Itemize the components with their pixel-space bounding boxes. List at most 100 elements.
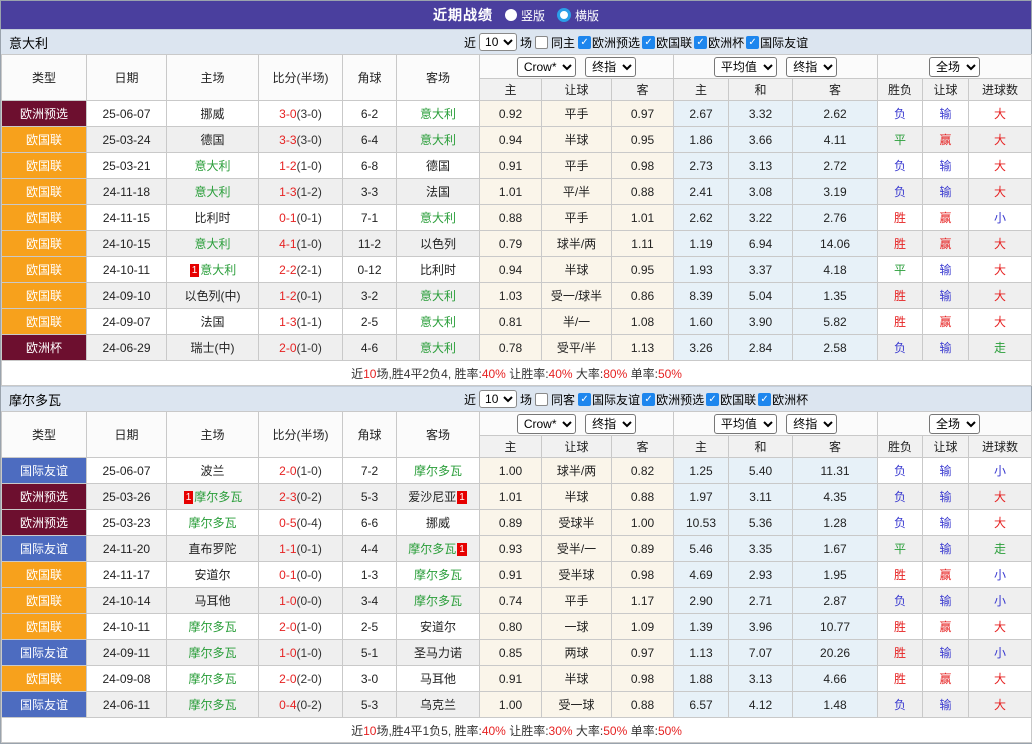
corner-cell: 6-6 — [343, 510, 397, 536]
handicap-line-cell: 受一球 — [542, 692, 612, 718]
handicap-away-odds-cell: 1.00 — [612, 510, 674, 536]
column-header-home: 主场 — [167, 55, 259, 101]
fulltime-score: 2-0 — [279, 464, 296, 478]
competition-filter[interactable]: ✓欧国联 — [642, 34, 692, 51]
handicap-line-cell: 半球 — [542, 484, 612, 510]
column-header-goals: 进球数 — [969, 79, 1032, 101]
checked-checkbox-icon[interactable]: ✓ — [578, 393, 591, 406]
result-winloss-cell: 负 — [878, 153, 923, 179]
competition-filter[interactable]: ✓欧洲预选 — [642, 391, 704, 408]
result-winloss-cell: 平 — [878, 257, 923, 283]
result-winloss-cell: 负 — [878, 458, 923, 484]
away-team-cell: 圣马力诺 — [397, 640, 480, 666]
competition-type-cell: 国际友谊 — [2, 692, 87, 718]
summary-segment: 50% — [658, 724, 682, 738]
radio-unchecked-icon[interactable] — [505, 9, 517, 21]
corner-cell: 5-3 — [343, 484, 397, 510]
halftime-score: (0-0) — [297, 594, 322, 608]
summary-segment: 场,胜4平1负5, 胜率: — [376, 724, 481, 738]
euro-away-odds-cell: 4.11 — [793, 127, 878, 153]
match-row: 欧国联24-11-17安道尔0-1(0-0)1-3摩尔多瓦0.91受半球0.98… — [2, 562, 1032, 588]
bookmaker-select[interactable]: Crow* — [517, 414, 576, 434]
result-goals-cell: 小 — [969, 640, 1032, 666]
checked-checkbox-icon[interactable]: ✓ — [746, 36, 759, 49]
competition-filter[interactable]: ✓欧国联 — [706, 391, 756, 408]
same-venue-checkbox[interactable] — [535, 393, 548, 406]
handicap-home-odds-cell: 0.88 — [480, 205, 542, 231]
column-header-winloss: 胜负 — [878, 436, 923, 458]
scope-select[interactable]: 全场 — [929, 57, 980, 77]
result-handicap-cell: 输 — [923, 458, 969, 484]
summary-row: 近10场,胜4平1负5, 胜率:40% 让胜率:30% 大率:50% 单率:50… — [2, 718, 1032, 743]
euro-company-select[interactable]: 平均值 — [714, 414, 777, 434]
away-team-cell: 意大利 — [397, 101, 480, 127]
match-count-select[interactable]: 10 — [479, 33, 517, 51]
checked-checkbox-icon[interactable]: ✓ — [578, 36, 591, 49]
handicap-home-odds-cell: 0.89 — [480, 510, 542, 536]
result-winloss-cell: 胜 — [878, 666, 923, 692]
match-count-select[interactable]: 10 — [479, 390, 517, 408]
away-team-cell: 摩尔多瓦 — [397, 458, 480, 484]
horizontal-layout-radio[interactable]: 横版 — [557, 7, 599, 24]
result-goals-cell: 大 — [969, 309, 1032, 335]
checked-checkbox-icon[interactable]: ✓ — [642, 393, 655, 406]
vertical-layout-radio[interactable]: 竖版 — [505, 7, 545, 24]
result-goals-cell: 小 — [969, 562, 1032, 588]
home-team-cell: 以色列(中) — [167, 283, 259, 309]
match-date-cell: 25-03-21 — [87, 153, 167, 179]
summary-segment: 场,胜4平2负4, 胜率: — [376, 367, 481, 381]
euro-company-select[interactable]: 平均值 — [714, 57, 777, 77]
handicap-away-odds-cell: 0.98 — [612, 666, 674, 692]
euro-draw-odds-cell: 3.32 — [729, 101, 793, 127]
euro-time-select[interactable]: 终指 — [786, 57, 837, 77]
handicap-time-select[interactable]: 终指 — [585, 414, 636, 434]
near-label: 近 — [464, 34, 476, 51]
euro-draw-odds-cell: 3.22 — [729, 205, 793, 231]
handicap-home-odds-cell: 0.79 — [480, 231, 542, 257]
competition-filter[interactable]: ✓欧洲杯 — [758, 391, 808, 408]
competition-filter[interactable]: ✓国际友谊 — [578, 391, 640, 408]
summary-segment: 50% — [603, 724, 627, 738]
fulltime-score: 0-4 — [279, 698, 296, 712]
fulltime-score: 1-1 — [279, 542, 296, 556]
result-goals-cell: 大 — [969, 666, 1032, 692]
score-cell: 3-3(3-0) — [259, 127, 343, 153]
home-team-cell: 摩尔多瓦 — [167, 614, 259, 640]
handicap-away-odds-cell: 0.88 — [612, 179, 674, 205]
halftime-score: (2-1) — [297, 263, 322, 277]
euro-time-select[interactable]: 终指 — [786, 414, 837, 434]
competition-filter[interactable]: ✓欧洲预选 — [578, 34, 640, 51]
away-team-cell: 挪威 — [397, 510, 480, 536]
checked-checkbox-icon[interactable]: ✓ — [694, 36, 707, 49]
checked-checkbox-icon[interactable]: ✓ — [706, 393, 719, 406]
competition-filter[interactable]: ✓国际友谊 — [746, 34, 808, 51]
match-row: 欧国联24-10-111意大利2-2(2-1)0-12比利时0.94半球0.95… — [2, 257, 1032, 283]
handicap-line-cell: 平手 — [542, 205, 612, 231]
handicap-line-cell: 半球 — [542, 257, 612, 283]
away-team-name: 摩尔多瓦 — [414, 464, 462, 478]
euro-home-odds-cell: 1.13 — [674, 640, 729, 666]
fulltime-score: 4-1 — [279, 237, 296, 251]
result-goals-cell: 大 — [969, 283, 1032, 309]
radio-checked-icon[interactable] — [557, 8, 571, 22]
result-group-header: 全场 — [878, 412, 1032, 436]
checked-checkbox-icon[interactable]: ✓ — [758, 393, 771, 406]
match-date-cell: 24-11-18 — [87, 179, 167, 205]
away-team-name: 摩尔多瓦 — [414, 594, 462, 608]
checked-checkbox-icon[interactable]: ✓ — [642, 36, 655, 49]
fulltime-score: 1-2 — [279, 159, 296, 173]
away-team-name: 比利时 — [420, 263, 456, 277]
same-venue-checkbox[interactable] — [535, 36, 548, 49]
euro-draw-odds-cell: 3.13 — [729, 666, 793, 692]
column-header-away: 客场 — [397, 55, 480, 101]
handicap-time-select[interactable]: 终指 — [585, 57, 636, 77]
match-row: 欧国联24-10-15意大利4-1(1-0)11-2以色列0.79球半/两1.1… — [2, 231, 1032, 257]
competition-filter[interactable]: ✓欧洲杯 — [694, 34, 744, 51]
bookmaker-select[interactable]: Crow* — [517, 57, 576, 77]
match-date-cell: 24-09-07 — [87, 309, 167, 335]
corner-cell: 0-12 — [343, 257, 397, 283]
fulltime-score: 2-0 — [279, 620, 296, 634]
scope-select[interactable]: 全场 — [929, 414, 980, 434]
home-team-name: 法国 — [200, 315, 224, 329]
home-team-cell: 意大利 — [167, 231, 259, 257]
